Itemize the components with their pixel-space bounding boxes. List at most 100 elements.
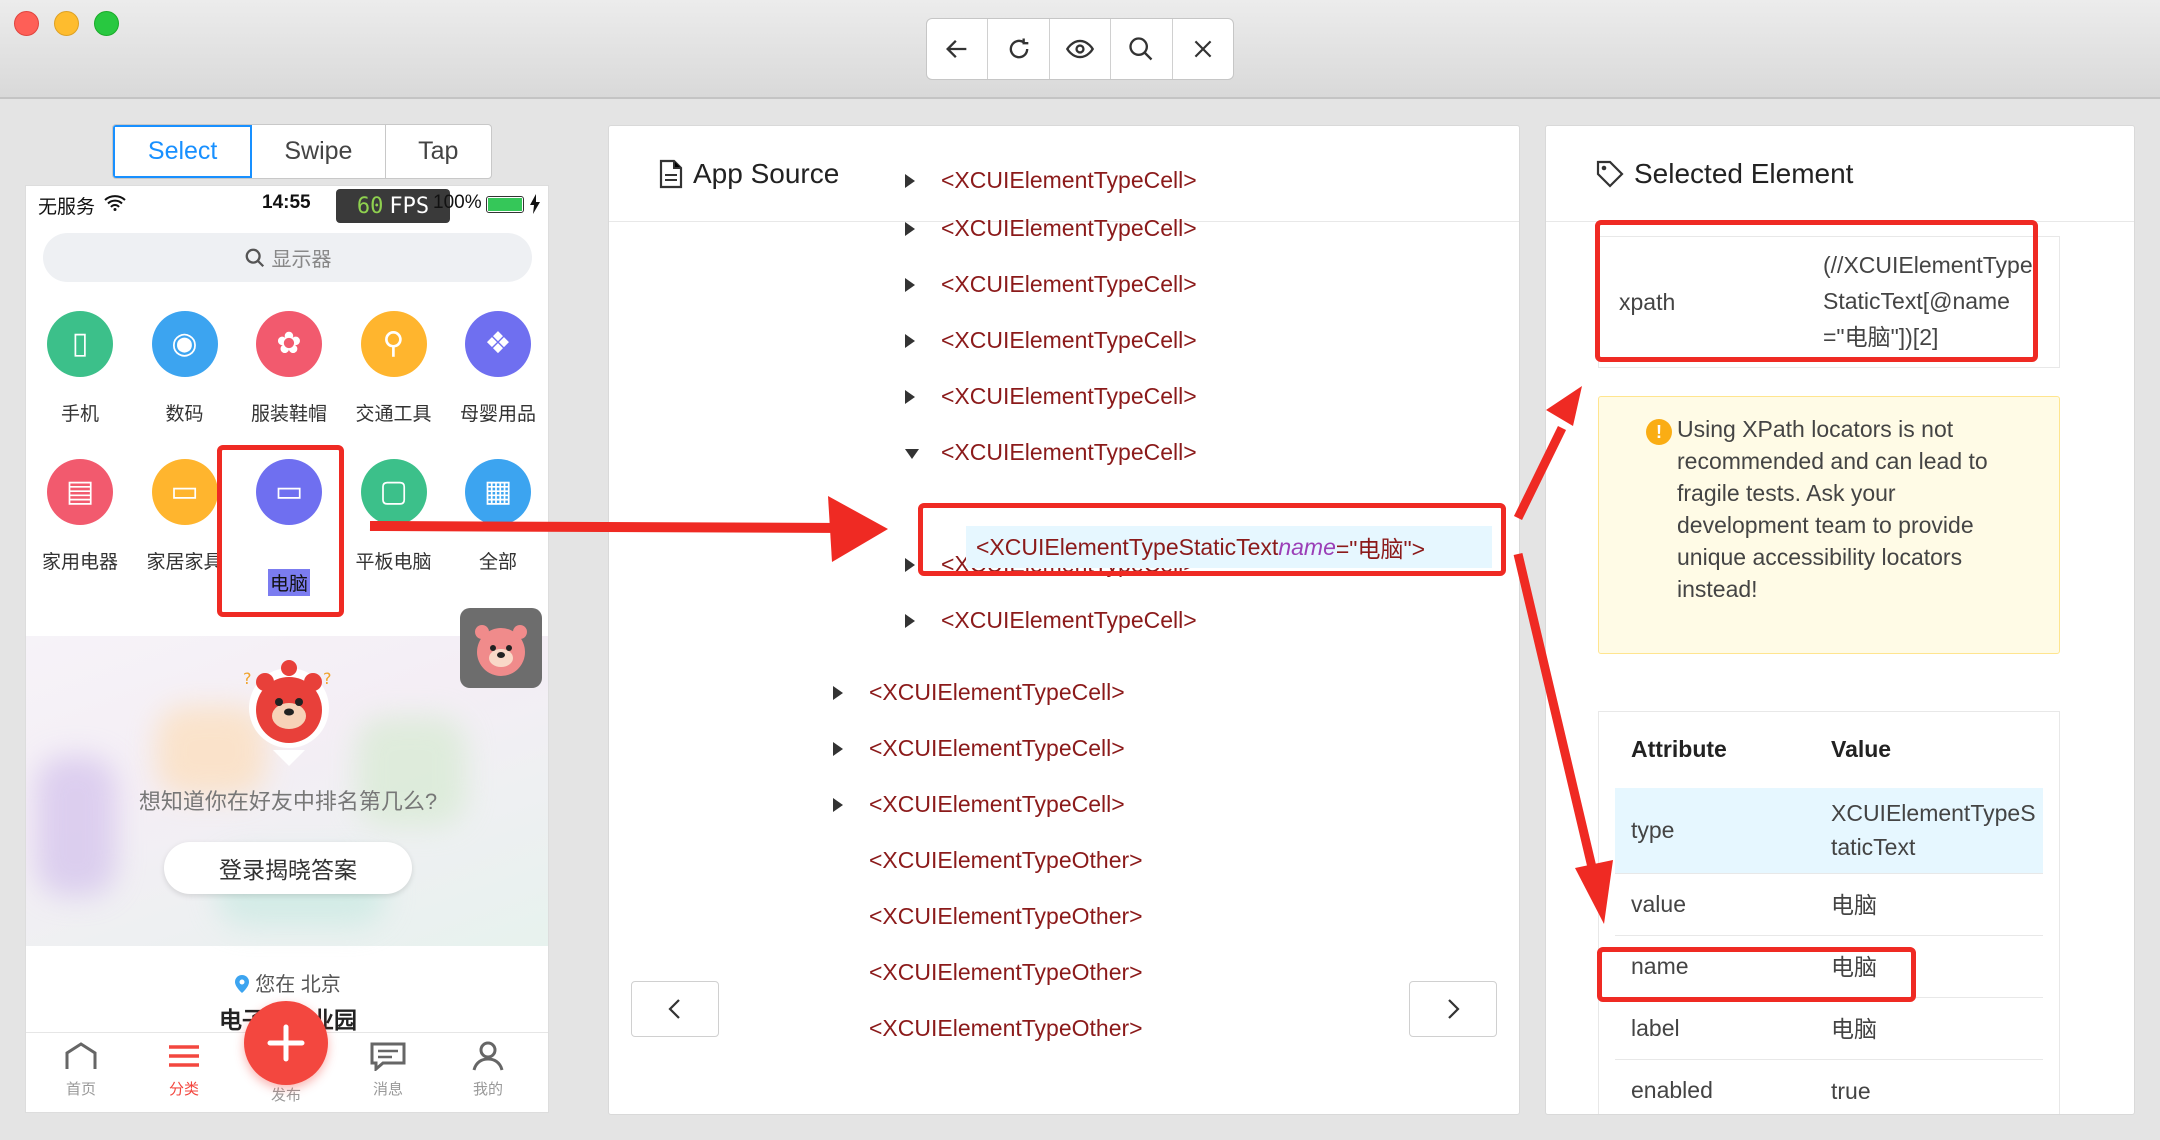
category-item[interactable]: ⚲ 交通工具 — [342, 311, 446, 426]
back-button[interactable] — [927, 19, 989, 79]
bear-face-icon — [475, 625, 527, 676]
category-item[interactable]: ❖ 母婴用品 — [446, 311, 548, 426]
battery-percent: 100% — [433, 192, 482, 213]
mode-tap-button[interactable]: Tap — [386, 125, 491, 178]
search-icon — [245, 248, 264, 267]
quit-session-button[interactable] — [1173, 19, 1233, 79]
caret-right-icon[interactable] — [905, 558, 915, 572]
scroll-left-button[interactable] — [631, 981, 719, 1037]
close-icon — [1194, 40, 1212, 58]
attribute-value: true — [1831, 1078, 1871, 1104]
chevron-left-icon — [668, 999, 680, 1019]
caret-down-icon[interactable] — [905, 449, 919, 459]
attribute-value: XCUIElementTypeStaticText — [1831, 800, 2036, 860]
attribute-value: 电脑 — [1831, 892, 1877, 918]
show-element-button[interactable] — [1050, 19, 1112, 79]
floating-bear-button[interactable] — [460, 608, 542, 688]
plus-icon — [267, 1024, 305, 1062]
search-placeholder: 显示器 — [271, 249, 332, 271]
tree-node[interactable]: <XCUIElementTypeCell> — [941, 215, 1197, 242]
caret-right-icon[interactable] — [833, 742, 843, 756]
annotation-box-xpath — [1595, 220, 2038, 362]
user-icon — [472, 1041, 504, 1071]
caret-right-icon[interactable] — [905, 614, 915, 628]
eye-icon — [1065, 39, 1095, 59]
tree-node[interactable]: <XCUIElementTypeCell> — [941, 439, 1197, 466]
attribute-key: label — [1631, 1015, 1680, 1041]
category-icon: ▦ — [465, 459, 531, 525]
attribute-row[interactable]: enabled true — [1615, 1060, 2043, 1114]
category-icon: ▭ — [151, 459, 218, 525]
bear-mascot-icon: ? ? — [243, 660, 332, 766]
category-item[interactable]: ▤ 家用电器 — [28, 459, 132, 574]
caret-right-icon[interactable] — [905, 334, 915, 348]
close-window-button[interactable] — [14, 11, 39, 36]
category-item[interactable]: ◉ 数码 — [133, 311, 237, 426]
minimize-window-button[interactable] — [54, 11, 79, 36]
tree-node[interactable]: <XCUIElementTypeCell> — [941, 271, 1197, 298]
mode-swipe-button[interactable]: Swipe — [252, 125, 386, 178]
file-icon — [659, 159, 683, 188]
publish-plus-button[interactable] — [244, 1001, 328, 1085]
category-icon: ▤ — [47, 459, 113, 525]
xpath-warning: ! Using XPath locators is not recommende… — [1598, 396, 2060, 654]
tree-node[interactable]: <XCUIElementTypeCell> — [941, 167, 1197, 194]
category-item[interactable]: ✿ 服装鞋帽 — [237, 311, 341, 426]
category-item[interactable]: ▯ 手机 — [28, 311, 132, 426]
caret-right-icon[interactable] — [833, 798, 843, 812]
caret-right-icon[interactable] — [905, 174, 915, 188]
selected-element-header: Selected Element — [1546, 126, 2134, 222]
tree-node[interactable]: <XCUIElementTypeCell> — [869, 735, 1125, 762]
category-icon: ⚲ — [360, 311, 427, 377]
value-header: Value — [1831, 736, 1892, 762]
tree-node[interactable]: <XCUIElementTypeCell> — [941, 327, 1197, 354]
tree-node[interactable]: <XCUIElementTypeCell> — [941, 607, 1197, 634]
tree-node[interactable]: <XCUIElementTypeCell> — [869, 679, 1125, 706]
tree-node[interactable]: <XCUIElementTypeCell> — [869, 791, 1125, 818]
category-label: 家用电器 — [41, 552, 118, 573]
attribute-row[interactable]: type XCUIElementTypeStaticText — [1615, 788, 2043, 874]
caret-right-icon[interactable] — [833, 686, 843, 700]
tab-label: 首页 — [65, 1081, 96, 1098]
annotation-box-tree-node — [918, 503, 1506, 576]
category-item[interactable]: ▦ 全部 — [446, 459, 548, 574]
location-pin-icon — [235, 975, 250, 993]
device-screenshot[interactable]: 无服务 14:55 60 FPS 100% 显示器 ▯ 手机 ◉ 数码 ✿ 服装鞋帽 ⚲ 交通… — [25, 185, 549, 1113]
message-icon — [370, 1042, 406, 1073]
tree-node[interactable]: <XCUIElementTypeOther> — [869, 847, 1143, 874]
caret-right-icon[interactable] — [905, 390, 915, 404]
attribute-key: enabled — [1631, 1077, 1713, 1103]
zoom-window-button[interactable] — [94, 11, 119, 36]
svg-text:?: ? — [323, 669, 332, 688]
status-bar: 无服务 14:55 60 FPS 100% — [26, 186, 548, 223]
tree-node[interactable]: <XCUIElementTypeOther> — [869, 903, 1143, 930]
attribute-row[interactable]: label 电脑 — [1615, 998, 2043, 1060]
tab-category[interactable]: 分类 — [149, 1041, 219, 1099]
tab-profile[interactable]: 我的 — [453, 1041, 523, 1099]
caret-right-icon[interactable] — [905, 222, 915, 236]
category-label: 平板电脑 — [355, 552, 432, 573]
search-button[interactable] — [1111, 19, 1173, 79]
category-item[interactable]: ▢ 平板电脑 — [342, 459, 446, 574]
location-city: 您在 北京 — [255, 974, 341, 996]
fps-label: FPS — [389, 193, 430, 219]
tree-node[interactable]: <XCUIElementTypeCell> — [941, 383, 1197, 410]
refresh-button[interactable] — [988, 19, 1050, 79]
home-icon — [65, 1042, 97, 1069]
search-icon — [1129, 37, 1153, 61]
search-bar[interactable]: 显示器 — [43, 233, 532, 282]
attribute-row[interactable]: value 电脑 — [1615, 874, 2043, 936]
tab-messages[interactable]: 消息 — [353, 1041, 423, 1099]
svg-text:?: ? — [243, 669, 252, 688]
tree-node[interactable]: <XCUIElementTypeOther> — [869, 959, 1143, 986]
login-reveal-button[interactable]: 登录揭晓答案 — [164, 842, 412, 894]
category-icon: ✿ — [256, 311, 322, 377]
tree-node[interactable]: <XCUIElementTypeOther> — [869, 1015, 1143, 1042]
scroll-right-button[interactable] — [1409, 981, 1497, 1037]
category-label: 数码 — [165, 404, 204, 425]
category-icon: ❖ — [465, 311, 531, 377]
caret-right-icon[interactable] — [905, 278, 915, 292]
tab-home[interactable]: 首页 — [46, 1041, 116, 1099]
back-icon — [946, 40, 967, 58]
mode-select-button[interactable]: Select — [113, 125, 253, 178]
